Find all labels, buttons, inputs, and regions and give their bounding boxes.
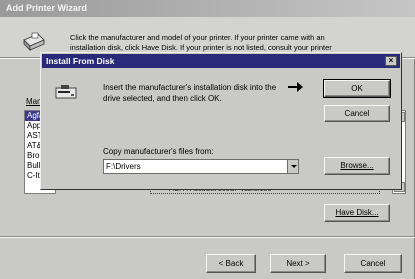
copy-files-label: Copy manufacturer's files from: <box>103 147 214 156</box>
copy-path-value: F:\Drivers <box>106 162 141 171</box>
dialog-cancel-button[interactable]: Cancel <box>324 105 390 122</box>
ok-button[interactable]: OK <box>323 79 391 98</box>
chevron-down-icon[interactable] <box>287 160 298 173</box>
have-disk-label: Have Disk... <box>335 208 379 217</box>
wizard-description: Click the manufacturer and model of your… <box>70 33 400 53</box>
dialog-message-line2: drive selected, and then click OK. <box>103 94 222 103</box>
have-disk-button[interactable]: Have Disk... <box>324 204 390 222</box>
dialog-titlebar: Install From Disk × <box>42 54 400 68</box>
back-button[interactable]: < Back <box>206 254 256 273</box>
dialog-message: Insert the manufacturer's installation d… <box>103 82 313 104</box>
wizard-header: Click the manufacturer and model of your… <box>0 17 415 57</box>
mouse-pointer-icon <box>288 82 303 92</box>
dialog-title: Install From Disk <box>46 56 115 66</box>
disk-drive-icon <box>55 85 77 99</box>
wizard-description-line1: Click the manufacturer and model of your… <box>70 33 325 42</box>
browse-button[interactable]: Browse... <box>324 157 390 175</box>
printer-icon <box>23 32 45 51</box>
next-button[interactable]: Next > <box>270 254 326 273</box>
wizard-cancel-button[interactable]: Cancel <box>344 254 402 273</box>
copy-path-combobox[interactable]: F:\Drivers <box>103 159 299 174</box>
wizard-titlebar: Add Printer Wizard <box>0 0 415 17</box>
close-icon[interactable]: × <box>385 56 397 66</box>
browse-label: Browse... <box>340 161 374 170</box>
dialog-message-line1: Insert the manufacturer's installation d… <box>103 83 277 92</box>
footer-divider <box>0 236 415 238</box>
install-from-disk-dialog: Install From Disk × Insert the manufactu… <box>40 52 402 190</box>
